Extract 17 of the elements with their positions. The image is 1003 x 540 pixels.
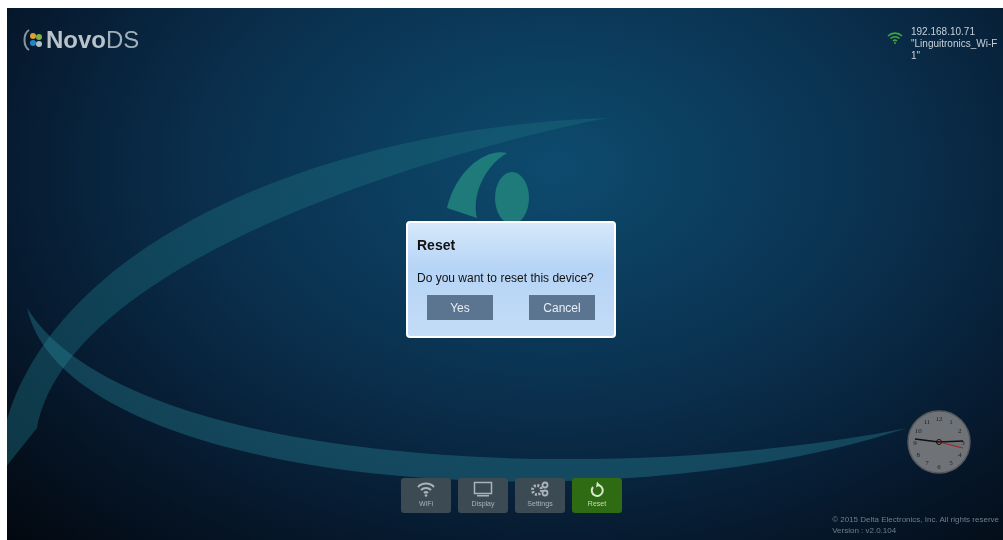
brand-name: NovoDS: [46, 25, 140, 55]
network-name: 1": [911, 50, 922, 62]
network-name: "Linguitronics_Wi-F: [911, 38, 998, 50]
clock-face: [907, 410, 971, 474]
copyright-text: © 2015 Delta Electronics, Inc. All rights reserve: [832, 514, 999, 525]
clock-hands: [914, 438, 964, 449]
ip-address: 192.168.10.71: [911, 26, 976, 38]
dialog-message: Do you want to reset this device?: [416, 270, 595, 287]
wifi-icon: [416, 481, 436, 499]
gears-icon: [530, 481, 550, 499]
cancel-button[interactable]: Cancel: [529, 295, 595, 320]
version-text: Version : v2.0.104: [832, 525, 898, 536]
wifi-icon: [887, 32, 903, 44]
dialog-title: Reset: [416, 236, 457, 255]
logo-icon: [22, 28, 44, 52]
confirm-button[interactable]: Yes: [427, 295, 493, 320]
monitor-icon: [473, 481, 493, 499]
